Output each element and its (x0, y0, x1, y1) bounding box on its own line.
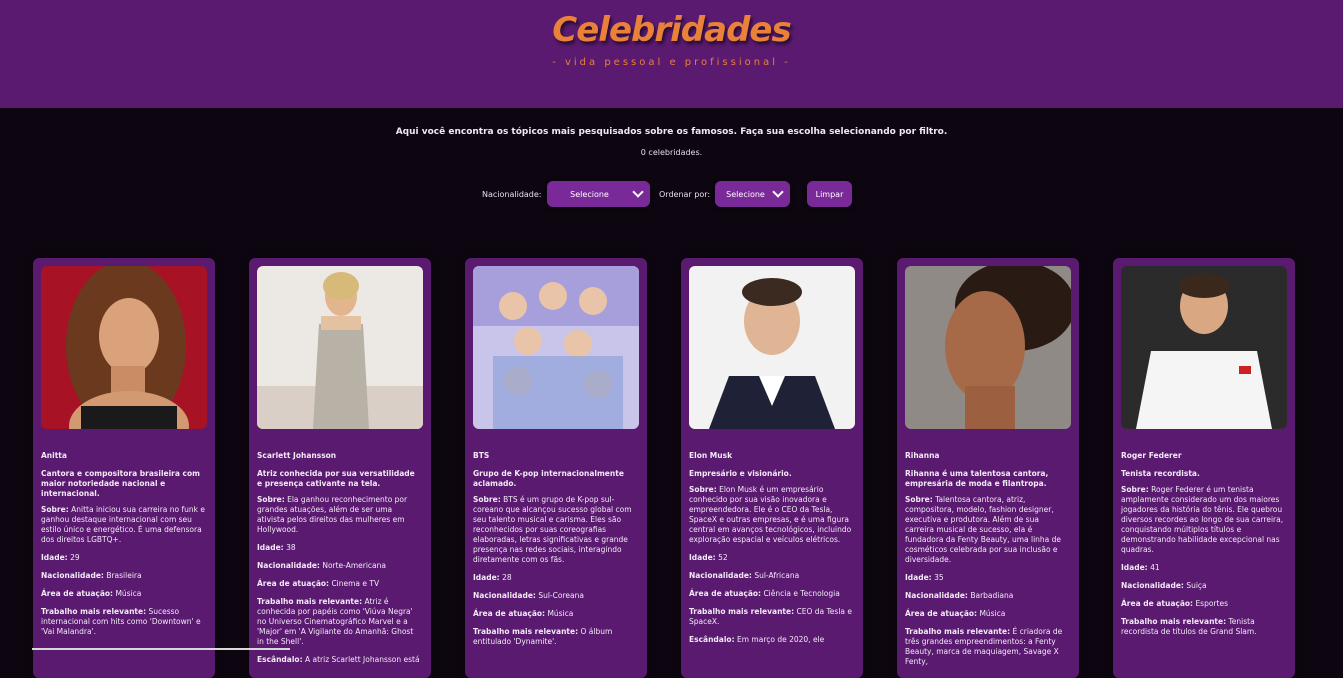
area-row: Área de atuação: Música (473, 609, 574, 618)
celebrity-summary: Cantora e compositora brasileira com mai… (41, 469, 200, 498)
age-row: Idade: 29 (41, 553, 80, 562)
clear-button[interactable]: Limpar (807, 181, 852, 207)
celebrity-name: Scarlett Johansson (257, 451, 337, 460)
scandal-row: Escândalo: Em março de 2020, ele (689, 635, 825, 644)
celebrity-summary: Atriz conhecida por sua versatilidade e … (257, 469, 415, 488)
nationality-row: Nacionalidade: Brasileira (41, 571, 142, 580)
nationality-select[interactable]: Selecione (547, 181, 650, 207)
celebrity-card-rihanna: Rihanna Rihanna é uma talentosa cantora,… (897, 258, 1079, 678)
celebrity-photo (905, 266, 1071, 429)
celebrity-card-bts: BTS Grupo de K-pop internacionalmente ac… (465, 258, 647, 678)
nationality-row: Nacionalidade: Sul-Coreana (473, 591, 584, 600)
age-row: Idade: 35 (905, 573, 944, 582)
celebrity-card-anitta: Anitta Cantora e compositora brasileira … (33, 258, 215, 678)
about-row: Sobre: Talentosa cantora, atriz, composi… (905, 495, 1062, 564)
work-row: Trabalho mais relevante: O álbum entitul… (473, 627, 613, 646)
work-row: Trabalho mais relevante: Sucesso interna… (41, 607, 201, 636)
age-row: Idade: 38 (257, 543, 296, 552)
scandal-row: Escândalo: A atriz Scarlett Johansson es… (257, 655, 420, 664)
card-body: Elon Musk Empresário e visionário. Sobre… (689, 451, 853, 653)
celebrity-name: Roger Federer (1121, 451, 1182, 460)
intro-text: Aqui você encontra os tópicos mais pesqu… (395, 127, 948, 137)
order-select[interactable]: Selecione (715, 181, 790, 207)
work-row: Trabalho mais relevante: Atriz é conheci… (257, 597, 414, 646)
card-body: Scarlett Johansson Atriz conhecida por s… (257, 451, 421, 673)
about-row: Sobre: Ela ganhou reconhecimento por gra… (257, 495, 408, 534)
card-body: Roger Federer Tenista recordista. Sobre:… (1121, 451, 1285, 645)
celebrity-name: BTS (473, 451, 490, 460)
filter-bar: Nacionalidade: Selecione Ordenar por: Se… (0, 181, 1343, 209)
celebrity-summary: Empresário e visionário. (689, 469, 792, 478)
nationality-filter-label: Nacionalidade: (482, 190, 542, 199)
celebrity-summary: Tenista recordista. (1121, 469, 1200, 478)
age-row: Idade: 28 (473, 573, 512, 582)
celebrity-photo (473, 266, 639, 429)
celebrity-summary: Grupo de K-pop internacionalmente aclama… (473, 469, 624, 488)
card-body: Anitta Cantora e compositora brasileira … (41, 451, 205, 645)
site-header: Celebridades - vida pessoal e profission… (0, 0, 1343, 108)
site-title: Celebridades (552, 10, 791, 50)
nationality-row: Nacionalidade: Norte-Americana (257, 561, 386, 570)
order-filter-label: Ordenar por: (659, 190, 711, 199)
age-row: Idade: 52 (689, 553, 728, 562)
celebrity-name: Elon Musk (689, 451, 733, 460)
area-row: Área de atuação: Música (41, 589, 142, 598)
celebrity-photo (257, 266, 423, 429)
chevron-down-icon (772, 186, 784, 198)
card-body: BTS Grupo de K-pop internacionalmente ac… (473, 451, 637, 655)
area-row: Área de atuação: Esportes (1121, 599, 1228, 608)
nationality-row: Nacionalidade: Barbadiana (905, 591, 1014, 600)
area-row: Área de atuação: Música (905, 609, 1006, 618)
celebrity-photo (41, 266, 207, 429)
work-row: Trabalho mais relevante: Tenista recordi… (1121, 617, 1257, 636)
celebrity-summary: Rihanna é uma talentosa cantora, empresá… (905, 469, 1049, 488)
site-subtitle: - vida pessoal e profissional - (552, 57, 791, 68)
work-row: Trabalho mais relevante: CEO da Tesla e … (689, 607, 852, 626)
celebrity-name: Rihanna (905, 451, 940, 460)
order-select-value: Selecione (726, 189, 765, 199)
celebrity-photo (1121, 266, 1287, 429)
about-row: Sobre: Anitta iniciou sua carreira no fu… (41, 505, 205, 544)
celebrity-card-roger-federer: Roger Federer Tenista recordista. Sobre:… (1113, 258, 1295, 678)
work-row: Trabalho mais relevante: É criadora de t… (905, 627, 1063, 666)
nationality-select-value: Selecione (570, 189, 609, 199)
about-row: Sobre: Roger Federer é um tenista amplam… (1121, 485, 1284, 554)
about-row: Sobre: BTS é um grupo de K-pop sul-corea… (473, 495, 632, 564)
celebrity-card-scarlett-johansson: Scarlett Johansson Atriz conhecida por s… (249, 258, 431, 678)
area-row: Área de atuação: Ciência e Tecnologia (689, 589, 840, 598)
age-row: Idade: 41 (1121, 563, 1160, 572)
celebrity-card-elon-musk: Elon Musk Empresário e visionário. Sobre… (681, 258, 863, 678)
celebrity-photo (689, 266, 855, 429)
celebrity-count: 0 celebridades. (640, 148, 703, 157)
about-row: Sobre: Elon Musk é um empresário conheci… (689, 485, 852, 544)
card-body: Rihanna Rihanna é uma talentosa cantora,… (905, 451, 1069, 675)
nationality-row: Nacionalidade: Suiça (1121, 581, 1207, 590)
celebrity-name: Anitta (41, 451, 67, 460)
nationality-row: Nacionalidade: Sul-Africana (689, 571, 800, 580)
chevron-down-icon (632, 186, 644, 198)
area-row: Área de atuação: Cinema e TV (257, 579, 380, 588)
